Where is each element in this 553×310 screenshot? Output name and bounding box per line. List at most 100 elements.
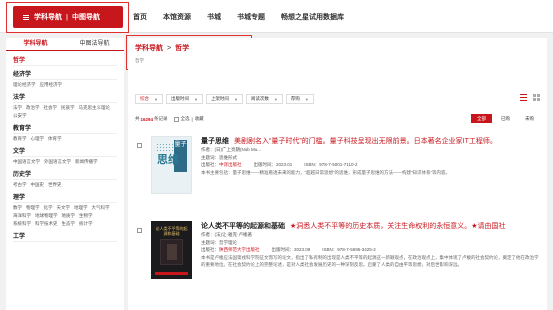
sidebar-subcategory[interactable]: 化学 — [44, 205, 53, 210]
sort-shelf-date[interactable]: 上架时间 ▼ — [205, 94, 243, 104]
menu-item-bookstore[interactable]: 书城 — [207, 12, 221, 22]
menu-item-trial-db[interactable]: 畅想之星试用数据库 — [281, 12, 344, 22]
sidebar-subcategory[interactable]: 政治学 — [26, 105, 40, 110]
book-highlight: ★洞悉人类不平等的历史本质，关注生命权利的永恒意义。★请由国社 — [290, 223, 506, 230]
filter-unpurchased[interactable]: 未购 — [519, 114, 540, 123]
sidebar-subcategory[interactable]: 中国语言文学 — [13, 159, 40, 164]
sort-pub-date[interactable]: 出版时间 ▼ — [165, 94, 203, 104]
sidebar-subcategory[interactable]: 系统科学 — [13, 221, 31, 226]
sidebar-subcategory[interactable]: 马克思主义理论 — [79, 105, 111, 110]
view-toggle — [520, 94, 540, 101]
menu-item-home[interactable]: 首页 — [133, 12, 147, 22]
breadcrumb-root[interactable]: 学科导航 — [135, 45, 163, 52]
menu-item-library[interactable]: 本馆资源 — [163, 12, 191, 22]
sidebar-tabs: 学科导航 中图法导航 — [6, 38, 124, 51]
sidebar-subcategory[interactable]: 地理学 — [74, 205, 88, 210]
sidebar: 学科导航 中图法导航 哲学 经济学 理论经济学 应用经济学 法学 法学 政治学 社会学 民族学马… — [6, 38, 124, 310]
triangle-down-icon: ▼ — [273, 96, 278, 102]
sidebar-subcategory[interactable]: 生态学 — [62, 221, 76, 226]
sidebar-category[interactable]: 历史学 — [13, 169, 117, 180]
book-abstract: 本书主要包括：量子思维——精准看透未来的能力，“超越日常思想”的思维，形成量子思… — [201, 169, 450, 175]
publisher-link[interactable]: 陕西师范大学出版社 — [219, 247, 260, 252]
result-count: 16294 — [140, 116, 154, 122]
book-title[interactable]: 论人类不平等的起源和基础 — [201, 223, 285, 230]
sidebar-subcategory[interactable]: 数学 — [13, 205, 22, 210]
book-cover[interactable]: 量子 思维 — [151, 136, 192, 194]
book-item: 论人类不平等的起源和基础 论人类不平等的起源和基础 ★洞悉人类不平等的历史本质，关… — [135, 221, 540, 306]
sidebar-subcategory[interactable]: 科学技术史 — [35, 221, 58, 226]
sort-recommend[interactable]: 荐购 ▼ — [285, 94, 314, 104]
sidebar-subcategory[interactable]: 社会学 — [44, 105, 58, 110]
list-view-icon[interactable] — [520, 94, 527, 101]
sort-label: 阅读次数 — [250, 96, 269, 101]
book-title-line: 论人类不平等的起源和基础 ★洞悉人类不平等的历史本质，关注生命权利的永恒意义。★请… — [201, 221, 540, 231]
sidebar-subcategory[interactable]: 统计学 — [79, 221, 93, 226]
publisher-label: 出版社： — [201, 247, 219, 252]
sidebar-subcategory[interactable]: 考古学 — [13, 182, 27, 187]
grid-view-icon[interactable] — [533, 94, 540, 101]
sidebar-subcategory[interactable]: 应用经济学 — [40, 82, 63, 87]
book-checkbox[interactable] — [137, 228, 142, 233]
sidebar-category[interactable]: 文学 — [13, 146, 117, 157]
filter-all[interactable]: 全部 — [471, 114, 492, 123]
sidebar-subcategory[interactable]: 世界史 — [48, 182, 62, 187]
breadcrumb-subtitle: 哲学 — [135, 58, 144, 63]
sidebar-subcategory[interactable]: 法学 — [13, 105, 22, 110]
sidebar-subcategory[interactable]: 地质学 — [62, 213, 76, 218]
sidebar-category[interactable]: 经济学 — [13, 69, 117, 80]
filter-purchased[interactable]: 已购 — [495, 114, 516, 123]
sidebar-subcategory[interactable]: 体育学 — [48, 136, 62, 141]
publisher-link[interactable]: 中译出版社 — [219, 162, 242, 167]
sidebar-subcategory[interactable]: 地球物理学 — [35, 213, 58, 218]
sidebar-category[interactable]: 法学 — [13, 92, 117, 103]
menu-icon — [23, 14, 29, 20]
book-title[interactable]: 量子思维 — [201, 138, 229, 145]
sidebar-subcategory[interactable]: 天文学 — [57, 205, 71, 210]
sidebar-category[interactable]: 哲学 — [13, 55, 117, 66]
sidebar-subcategory[interactable]: 民族学 — [61, 105, 75, 110]
book-checkbox[interactable] — [137, 143, 142, 148]
sidebar-subcategory[interactable]: 公安学 — [13, 113, 27, 118]
book-meta: 出版社：中译出版社 出版时间：2023.01 ISBN：978-7-5001-711… — [201, 161, 540, 169]
tab-subject-nav[interactable]: 学科导航 — [6, 38, 65, 50]
sidebar-category[interactable]: 工学 — [13, 231, 117, 242]
sidebar-subcategory-list: 法学 政治学 社会学 民族学 马克思主义理论公安学 — [13, 104, 117, 120]
sort-bar: 综合 ▼ 出版时间 ▼ 上架时间 ▼ 阅读次数 ▼ 荐购 ▼ — [135, 93, 540, 105]
purchase-filters: 全部 已购 未购 — [471, 114, 540, 123]
book-cover[interactable]: 论人类不平等的起源和基础 — [151, 221, 192, 279]
isbn: ISBN：978-7-5695-3425-2 — [322, 247, 376, 252]
sidebar-category[interactable]: 教育学 — [13, 123, 117, 134]
triangle-down-icon: ▼ — [193, 96, 198, 102]
tab-clc-nav[interactable]: 中图法导航 — [65, 38, 124, 50]
sidebar-subcategory[interactable]: 大气科学 — [92, 205, 110, 210]
sort-read-count[interactable]: 阅读次数 ▼ — [245, 94, 283, 104]
sidebar-subcategory[interactable]: 心理学 — [31, 136, 45, 141]
sort-default[interactable]: 综合 ▼ — [135, 94, 163, 104]
pub-date: 出版时间：2023.01 — [253, 162, 293, 167]
breadcrumb-separator: > — [167, 45, 172, 52]
sidebar-categories: 哲学 经济学 理论经济学 应用经济学 法学 法学 政治学 社会学 民族学 马克思主义理论公安学 教育… — [6, 51, 124, 245]
nav-clc[interactable]: 中图导航 — [72, 12, 100, 22]
menu-item-topics[interactable]: 书城专题 — [237, 12, 265, 22]
cover-title: 思维 — [157, 154, 179, 166]
sidebar-subcategory-list: 理论经济学 应用经济学 — [13, 81, 117, 89]
sidebar-subcategory[interactable]: 新闻传播学 — [75, 159, 98, 164]
nav-subject[interactable]: 学科导航 — [34, 12, 62, 22]
sort-label: 综合 — [140, 96, 149, 101]
sidebar-subcategory[interactable]: 中国史 — [31, 182, 45, 187]
top-navigation-bar: 学科导航 | 中图导航 首页 本馆资源 书城 书城专题 畅想之星试用数据库 — [0, 0, 553, 33]
result-count-bar: 共 16294 条记录 全选 | 收藏 全部 已购 未购 — [135, 114, 540, 124]
sidebar-subcategory[interactable]: 外国语言文学 — [44, 159, 71, 164]
nav-toggle[interactable]: 学科导航 | 中图导航 — [13, 6, 123, 28]
select-all-checkbox[interactable] — [173, 116, 179, 122]
sidebar-subcategory[interactable]: 生物学 — [79, 213, 93, 218]
sidebar-subcategory[interactable]: 教育学 — [13, 136, 27, 141]
cover-image — [160, 239, 183, 265]
sidebar-subcategory[interactable]: 理论经济学 — [13, 82, 36, 87]
select-all-label[interactable]: 全选 — [181, 116, 190, 122]
nav-separator: | — [66, 13, 68, 21]
sidebar-category[interactable]: 理学 — [13, 192, 117, 203]
sidebar-subcategory[interactable]: 物理学 — [26, 205, 40, 210]
sidebar-subcategory[interactable]: 海洋科学 — [13, 213, 31, 218]
favorite-button[interactable]: 收藏 — [195, 116, 204, 122]
